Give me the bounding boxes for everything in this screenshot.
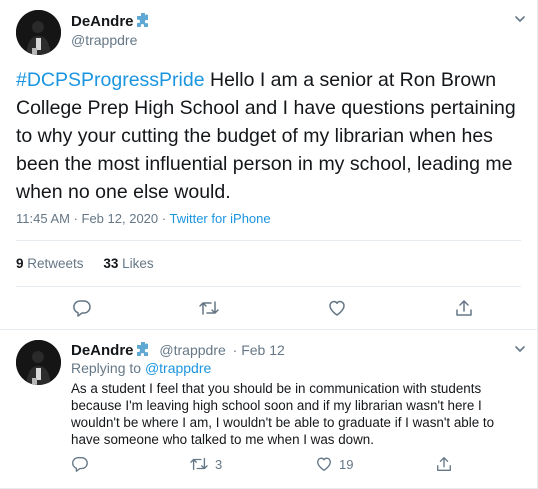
divider	[16, 240, 521, 241]
reply-icon	[73, 300, 91, 317]
reply-button[interactable]	[72, 298, 92, 318]
tweet-text: #DCPSProgressPride Hello I am a senior a…	[16, 66, 516, 206]
reply-retweet-count: 3	[215, 456, 223, 472]
retweet-button[interactable]	[198, 298, 220, 318]
reply-date[interactable]: · Feb 12	[233, 342, 285, 358]
like-button[interactable]: 19	[315, 455, 353, 473]
source-link[interactable]: Twitter for iPhone	[169, 211, 270, 226]
author-handle[interactable]: @trappdre	[159, 342, 225, 358]
author-handle[interactable]: @trappdre	[71, 32, 137, 48]
tweet-meta: 11:45 AM · Feb 12, 2020 · Twitter for iP…	[16, 211, 271, 226]
author-header: DeAndre	[71, 12, 152, 33]
share-icon	[437, 457, 451, 471]
avatar[interactable]	[16, 10, 61, 55]
timestamp[interactable]: 11:45 AM · Feb 12, 2020	[16, 211, 158, 226]
retweets-stat[interactable]: 9 Retweets	[16, 256, 84, 271]
reply-icon	[72, 457, 88, 472]
share-button[interactable]	[435, 455, 453, 473]
chevron-down-icon[interactable]	[513, 12, 527, 31]
retweets-count: 9	[16, 256, 24, 271]
avatar[interactable]	[16, 340, 61, 385]
reply-button[interactable]	[71, 455, 89, 473]
tweet-separator	[0, 329, 537, 330]
chevron-down-icon[interactable]	[513, 342, 527, 361]
likes-count: 33	[103, 256, 119, 271]
likes-label: Likes	[122, 256, 154, 271]
share-button[interactable]	[454, 298, 474, 318]
display-name[interactable]: DeAndre	[71, 13, 134, 30]
retweet-icon	[199, 301, 219, 315]
puzzle-badge-icon	[136, 12, 152, 33]
meta-separator: ·	[158, 211, 170, 226]
puzzle-badge-icon	[136, 341, 152, 360]
like-icon	[329, 300, 345, 316]
reply-tweet-text: As a student I feel that you should be i…	[71, 381, 495, 447]
like-button[interactable]	[327, 298, 347, 318]
likes-stat[interactable]: 33 Likes	[103, 256, 153, 271]
reply-author-header: DeAndre @trappdre · Feb 12	[71, 341, 285, 360]
replying-to: Replying to @trappdre	[71, 360, 211, 376]
retweet-button[interactable]: 3	[189, 455, 222, 473]
share-icon	[456, 300, 472, 316]
like-icon	[317, 457, 331, 471]
hashtag-link[interactable]: #DCPSProgressPride	[16, 69, 205, 91]
display-name[interactable]: DeAndre	[71, 342, 134, 359]
reply-like-count: 19	[339, 456, 354, 472]
retweet-icon	[190, 457, 208, 471]
divider	[16, 286, 521, 287]
retweets-label: Retweets	[27, 256, 84, 271]
tweet-stats: 9 Retweets 33 Likes	[16, 256, 154, 271]
replying-to-label: Replying to	[71, 360, 145, 376]
replying-to-handle[interactable]: @trappdre	[145, 360, 211, 376]
